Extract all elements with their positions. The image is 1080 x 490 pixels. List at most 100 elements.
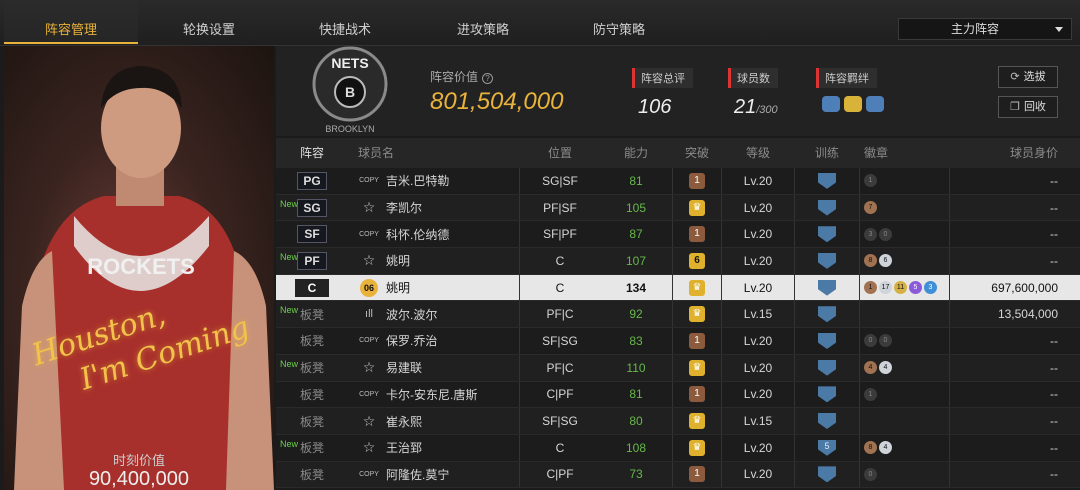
breakthrough-cell[interactable]: ♛ [672, 274, 722, 301]
badges-cell[interactable]: 1 [860, 168, 950, 194]
player-name-cell[interactable]: COPY 阿隆佐.莫宁 [348, 461, 520, 488]
player-name-cell[interactable]: ☆ 李凯尔 [348, 194, 520, 221]
lineup-dropdown[interactable]: 主力阵容 [898, 18, 1072, 40]
slot-cell[interactable]: 板凳 [276, 462, 348, 488]
training-cell[interactable] [794, 408, 860, 434]
featured-player-panel[interactable]: ROCKETS Houston, I'm Coming 时刻价值 90,400,… [4, 46, 274, 490]
slot-cell[interactable]: C [276, 275, 348, 301]
col-header-training[interactable]: 训练 [794, 138, 860, 168]
badge-icon[interactable]: 0 [864, 467, 877, 481]
table-row[interactable]: PG COPY 吉米.巴特勒 SG|SF 81 1 Lv.20 1 -- [276, 168, 1080, 195]
table-row[interactable]: C 06 姚明 C 134 ♛ Lv.20 1 17 11 5 3 697,600,00… [276, 274, 1080, 302]
col-header-ability[interactable]: 能力 [600, 138, 672, 168]
player-name-cell[interactable]: COPY 吉米.巴特勒 [348, 168, 520, 194]
badge-icon[interactable]: 1 [864, 281, 877, 295]
col-header-level[interactable]: 等级 [722, 138, 794, 168]
training-cell[interactable] [794, 461, 860, 488]
slot-cell[interactable]: 板凳 [276, 382, 348, 408]
tab-rotation-settings[interactable]: 轮换设置 [142, 0, 276, 44]
training-cell[interactable] [794, 301, 860, 328]
table-row[interactable]: New SG ☆ 李凯尔 PF|SF 105 ♛ Lv.20 7 -- [276, 194, 1080, 222]
training-cell[interactable] [794, 328, 860, 354]
col-header-breakthrough[interactable]: 突破 [672, 138, 722, 168]
badge-icon[interactable]: 3 [924, 281, 937, 295]
pick-button[interactable]: ⟳ 选拔 [998, 66, 1058, 88]
breakthrough-cell[interactable]: 1 [672, 461, 722, 488]
badge-icon[interactable]: 0 [864, 334, 877, 348]
training-cell[interactable] [794, 354, 860, 381]
badge-icon[interactable]: 0 [879, 227, 892, 241]
badge-icon[interactable]: 4 [864, 361, 877, 375]
badge-icon[interactable]: 0 [879, 334, 892, 348]
col-header-name[interactable]: 球员名 [348, 138, 520, 168]
player-name-cell[interactable]: COPY 卡尔-安东尼.唐斯 [348, 381, 520, 408]
help-icon[interactable]: ? [482, 73, 494, 84]
table-row[interactable]: New 板凳 ☆ 王治郅 C 108 ♛ Lv.20 5 84 -- [276, 434, 1080, 462]
col-header-position[interactable]: 位置 [520, 138, 600, 168]
breakthrough-cell[interactable]: ♛ [672, 434, 722, 461]
col-header-worth[interactable]: 球员身价 [950, 138, 1080, 168]
recycle-button[interactable]: ❐ 回收 [998, 96, 1058, 118]
slot-cell[interactable]: 板凳 [276, 328, 348, 354]
badges-cell[interactable]: 7 [860, 194, 950, 221]
badges-cell[interactable]: 00 [860, 328, 950, 354]
breakthrough-cell[interactable]: 1 [672, 381, 722, 408]
team-people-icon[interactable] [822, 96, 840, 112]
breakthrough-cell[interactable]: 1 [672, 168, 722, 194]
training-cell[interactable]: 5 [794, 434, 860, 461]
player-name-cell[interactable]: ☆ 易建联 [348, 354, 520, 381]
table-row[interactable]: New 板凳 ☆ 易建联 PF|C 110 ♛ Lv.20 44 -- [276, 354, 1080, 382]
training-cell[interactable] [794, 248, 860, 274]
slot-cell[interactable]: New 板凳 [276, 301, 348, 327]
player-name-cell[interactable]: ☆ 崔永熙 [348, 408, 520, 434]
training-cell[interactable] [794, 168, 860, 194]
badges-cell[interactable]: 86 [860, 248, 950, 274]
player-name-cell[interactable]: ıll 波尔.波尔 [348, 301, 520, 328]
badges-cell[interactable]: 44 [860, 354, 950, 381]
tab-offense-strategy[interactable]: 进攻策略 [416, 0, 550, 44]
training-cell[interactable] [794, 221, 860, 248]
table-row[interactable]: New 板凳 ıll 波尔.波尔 PF|C 92 ♛ Lv.15 13,504,… [276, 301, 1080, 329]
breakthrough-cell[interactable]: 1 [672, 221, 722, 248]
breakthrough-cell[interactable]: ♛ [672, 194, 722, 221]
slot-cell[interactable]: New 板凳 [276, 435, 348, 461]
breakthrough-cell[interactable]: 1 [672, 328, 722, 354]
table-row[interactable]: 板凳 COPY 阿隆佐.莫宁 C|PF 73 1 Lv.20 0 -- [276, 461, 1080, 489]
badge-icon[interactable]: 1 [864, 387, 877, 401]
badge-icon[interactable]: 6 [879, 254, 892, 268]
breakthrough-cell[interactable]: ♛ [672, 354, 722, 381]
tab-defense-strategy[interactable]: 防守策略 [552, 0, 686, 44]
training-cell[interactable] [794, 381, 860, 408]
table-row[interactable]: 板凳 COPY 保罗.乔治 SF|SG 83 1 Lv.20 00 -- [276, 328, 1080, 355]
training-cell[interactable] [794, 274, 860, 301]
badges-cell[interactable] [860, 301, 950, 328]
tab-lineup-management[interactable]: 阵容管理 [4, 0, 138, 44]
player-name-cell[interactable]: 06 姚明 [348, 274, 520, 301]
badges-cell[interactable]: 0 [860, 461, 950, 488]
table-row[interactable]: 板凳 COPY 卡尔-安东尼.唐斯 C|PF 81 1 Lv.20 1 -- [276, 381, 1080, 409]
chemistry-icons[interactable] [822, 96, 884, 112]
col-header-slot[interactable]: 阵容 [276, 138, 348, 168]
player-name-cell[interactable]: ☆ 王治郅 [348, 434, 520, 461]
tab-quick-tactics[interactable]: 快捷战术 [278, 0, 412, 44]
badges-cell[interactable]: 1 17 11 5 3 [860, 274, 950, 301]
team-people-icon[interactable] [866, 96, 884, 112]
badge-icon[interactable]: 8 [864, 441, 877, 455]
badge-icon[interactable]: 4 [879, 361, 892, 375]
badges-cell[interactable]: 1 [860, 381, 950, 408]
badge-icon[interactable]: 7 [864, 201, 877, 215]
badge-icon[interactable]: 17 [879, 281, 892, 295]
breakthrough-cell[interactable]: ♛ [672, 301, 722, 328]
badge-icon[interactable]: 1 [864, 174, 877, 188]
slot-cell[interactable]: PG [276, 168, 348, 194]
training-cell[interactable] [794, 194, 860, 221]
badge-icon[interactable]: 4 [879, 441, 892, 455]
slot-cell[interactable]: SF [276, 221, 348, 247]
slot-cell[interactable]: 板凳 [276, 408, 348, 434]
player-name-cell[interactable]: COPY 保罗.乔治 [348, 328, 520, 354]
badge-icon[interactable]: 3 [864, 227, 877, 241]
player-name-cell[interactable]: COPY 科怀.伦纳德 [348, 221, 520, 248]
badges-cell[interactable]: 84 [860, 434, 950, 461]
table-row[interactable]: 板凳 ☆ 崔永熙 SF|SG 80 ♛ Lv.15 -- [276, 408, 1080, 435]
badge-icon[interactable]: 11 [894, 281, 907, 295]
